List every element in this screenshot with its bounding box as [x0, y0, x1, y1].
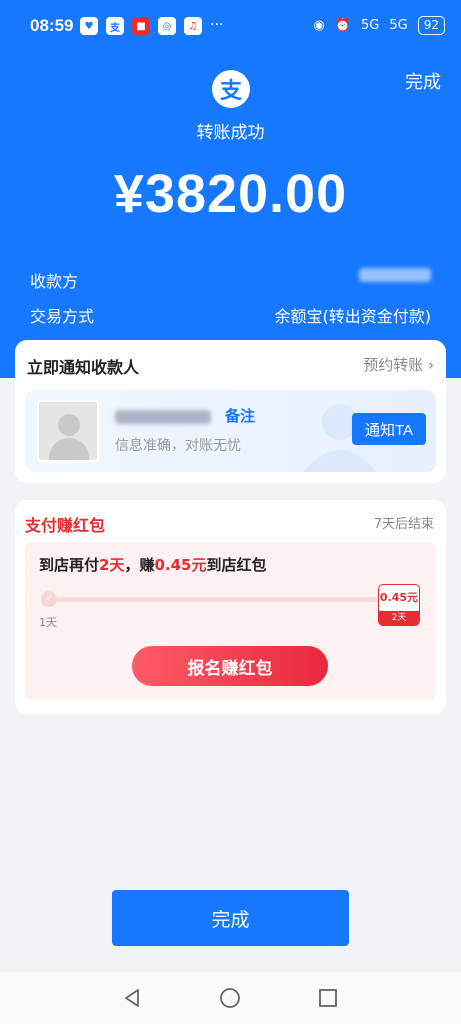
- promo-ends-text: 7天后结束: [373, 517, 434, 532]
- payee-name-blurred-card: [115, 410, 211, 424]
- promo-description: 到店再付2天，赚0.45元到店红包: [39, 554, 267, 575]
- status-right: ◉ ⏰ 5G 5G 92: [313, 16, 445, 35]
- method-row: 交易方式 余额宝(转出资金付款): [30, 303, 431, 327]
- done-button[interactable]: 完成: [112, 890, 349, 946]
- avatar-body-shape: [49, 438, 89, 460]
- reward-badge-amount: 0.45元: [379, 591, 419, 604]
- payee-row: 收款方: [30, 268, 431, 292]
- reward-badge-days: 2天: [379, 611, 419, 625]
- transfer-status: 转账成功: [196, 123, 265, 143]
- notify-payee-card: 立即通知收款人 预约转账 › 备注 信息准确，对账无忧 通知TA: [15, 340, 446, 483]
- promo-line-days: 2天: [99, 556, 125, 574]
- signal-5g-1-icon: 5G: [361, 18, 380, 33]
- schedule-transfer-label: 预约转账: [363, 356, 424, 374]
- system-nav-bar: [0, 972, 461, 1024]
- home-icon[interactable]: [218, 986, 242, 1010]
- remark-link[interactable]: 备注: [225, 405, 255, 426]
- header-section: 08:59 ♥ 支 ■ ◎ ♫ ··· ◉ ⏰ 5G 5G 92 完成 支 转账…: [0, 0, 461, 378]
- payee-avatar: [37, 400, 99, 462]
- schedule-transfer-link[interactable]: 预约转账 ›: [363, 354, 434, 375]
- signup-red-packet-button[interactable]: 报名赚红包: [132, 646, 328, 686]
- alarm-icon: ⏰: [334, 18, 351, 33]
- promo-box: 到店再付2天，赚0.45元到店红包 ✓ 1天 0.45元 2天 报名赚红包: [25, 542, 436, 700]
- avatar-head-shape: [58, 414, 80, 436]
- promo-card: 支付赚红包 7天后结束 到店再付2天，赚0.45元到店红包 ✓ 1天 0.45元…: [15, 500, 446, 714]
- transfer-amount: ¥3820.00: [113, 164, 348, 224]
- progress-track: [47, 597, 387, 602]
- progress-start-label: 1天: [39, 616, 57, 629]
- app-notification-icon: ♥: [80, 17, 98, 35]
- back-icon[interactable]: [120, 986, 144, 1010]
- promo-line-prefix: 到店再付: [39, 556, 100, 574]
- status-bar: 08:59 ♥ 支 ■ ◎ ♫ ··· ◉ ⏰ 5G 5G 92: [0, 0, 461, 56]
- browser-notification-icon: ◎: [158, 17, 176, 35]
- notify-subtitle: 信息准确，对账无忧: [115, 438, 241, 454]
- logo-char: 支: [219, 79, 242, 104]
- recents-icon[interactable]: [316, 986, 340, 1010]
- notify-ta-button[interactable]: 通知TA: [352, 413, 426, 445]
- signal-5g-2-icon: 5G: [389, 18, 408, 33]
- promo-title: 支付赚红包: [25, 516, 106, 535]
- promo-line-amount: 0.45元: [154, 556, 207, 574]
- payee-name-blurred: [359, 268, 431, 282]
- news-notification-icon: ■: [132, 17, 150, 35]
- music-notification-icon: ♫: [184, 17, 202, 35]
- method-value: 余额宝(转出资金付款): [274, 307, 432, 326]
- alipay-logo-icon: 支: [212, 70, 250, 108]
- promo-line-mid: ，赚: [124, 556, 155, 574]
- notify-card-title: 立即通知收款人: [27, 358, 140, 377]
- payee-label: 收款方: [30, 272, 79, 291]
- chevron-right-icon: ›: [428, 356, 434, 374]
- reward-badge: 0.45元 2天: [378, 584, 420, 626]
- notification-icons: ♥ 支 ■ ◎ ♫ ···: [80, 17, 223, 35]
- payee-info-box: 备注 信息准确，对账无忧 通知TA: [25, 390, 436, 472]
- status-time: 08:59: [30, 16, 74, 35]
- promo-line-suffix: 到店红包: [206, 556, 267, 574]
- progress-check-icon: ✓: [41, 591, 57, 607]
- battery-indicator: 92: [417, 16, 445, 35]
- alipay-notification-icon: 支: [106, 17, 124, 35]
- eye-icon: ◉: [313, 18, 325, 33]
- more-notifications-icon: ···: [210, 17, 224, 33]
- method-label: 交易方式: [30, 307, 95, 326]
- top-done-button[interactable]: 完成: [405, 68, 441, 94]
